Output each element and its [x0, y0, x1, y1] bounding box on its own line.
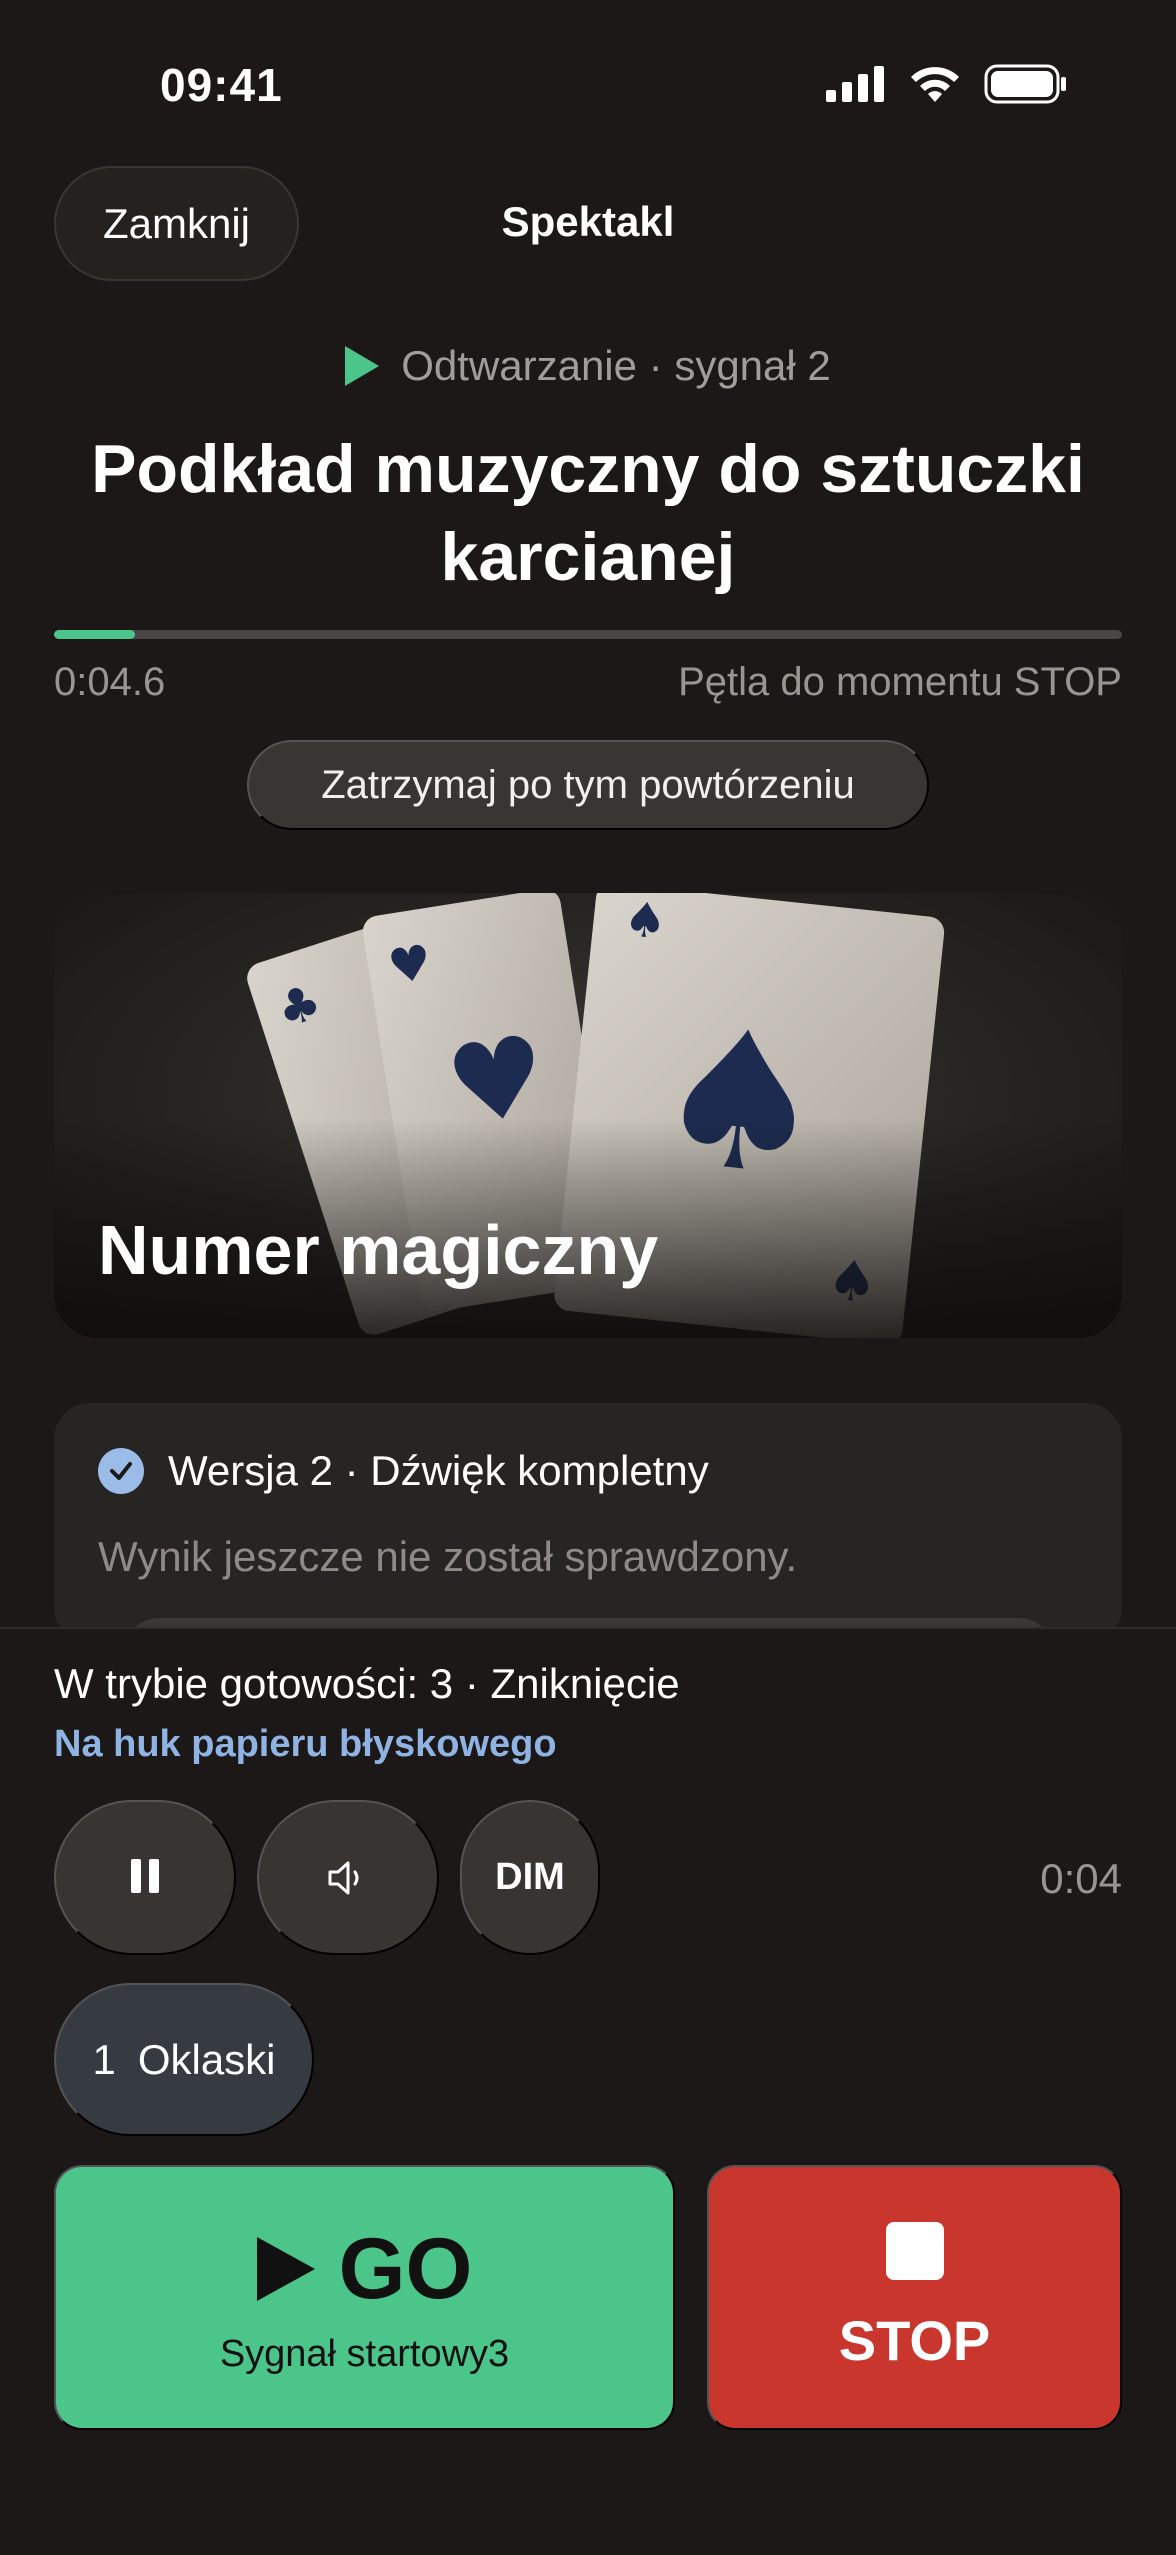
version-title: Wersja 2 · Dźwięk kompletny	[168, 1447, 709, 1494]
check-circle-icon	[98, 1448, 144, 1494]
go-play-icon	[256, 2237, 315, 2301]
status-time: 09:41	[160, 59, 283, 111]
svg-text:♥: ♥	[384, 934, 435, 996]
cue-time: 0:04	[1040, 1855, 1122, 1902]
hero-title: Numer magiczny	[98, 1211, 659, 1289]
standby-trigger: Na huk papieru błyskowego	[54, 1723, 557, 1765]
playback-status: Odtwarzanie · sygnał 2	[0, 342, 1176, 390]
stop-after-repeat-button[interactable]: Zatrzymaj po tym powtórzeniu	[247, 740, 929, 830]
version-note: Wynik jeszcze nie został sprawdzony.	[98, 1533, 798, 1580]
volume-button[interactable]	[257, 1800, 439, 1955]
wifi-icon	[911, 67, 959, 102]
go-button-top: GO	[256, 2220, 473, 2319]
loop-info: Pętla do momentu STOP	[678, 660, 1122, 704]
battery-icon	[984, 64, 1066, 104]
progress-bar[interactable]	[54, 630, 1122, 639]
cue-chip[interactable]: 1 Oklaski	[54, 1983, 314, 2136]
pause-button[interactable]	[54, 1800, 236, 1955]
status-icons	[826, 64, 1068, 104]
speaker-icon	[328, 1861, 359, 1894]
dim-button[interactable]: DIM	[460, 1800, 600, 1955]
stop-label: STOP	[838, 2309, 991, 2372]
standby-cue: W trybie gotowości: 3 · Zniknięcie	[54, 1660, 680, 1707]
progress-fill	[54, 630, 136, 639]
screen: 09:41 Zamknij Spektakl Odtwarzanie · syg…	[0, 0, 1176, 2555]
cue-chip-number: 1	[92, 2035, 116, 2083]
track-title: Podkład muzyczny do sztuczki karcianej	[91, 431, 1085, 595]
svg-text:♠: ♠	[621, 893, 670, 951]
version-card[interactable]: Wersja 2 · Dźwięk kompletny Wynik jeszcz…	[54, 1403, 1122, 1643]
version-row: Wersja 2 · Dźwięk kompletny	[98, 1447, 709, 1495]
cellular-signal-icon	[826, 66, 884, 102]
page-title: Spektakl	[501, 198, 675, 245]
go-sublabel: Sygnał startowy3	[219, 2332, 510, 2375]
elapsed-time: 0:04.6	[54, 660, 166, 704]
stop-button[interactable]: STOP	[707, 2165, 1122, 2430]
hero-card: ♣ ♣ ♥ ♥ ♠ ♠ ♠ Numer magiczny	[54, 893, 1122, 1338]
playback-status-text: Odtwarzanie · sygnał 2	[401, 342, 831, 389]
go-label: GO	[338, 2220, 473, 2317]
stop-icon	[885, 2222, 944, 2280]
play-icon	[345, 346, 380, 386]
cue-chip-label: Oklaski	[137, 2035, 276, 2083]
pause-icon	[127, 1859, 163, 1896]
go-button[interactable]: GO Sygnał startowy3	[54, 2165, 675, 2430]
